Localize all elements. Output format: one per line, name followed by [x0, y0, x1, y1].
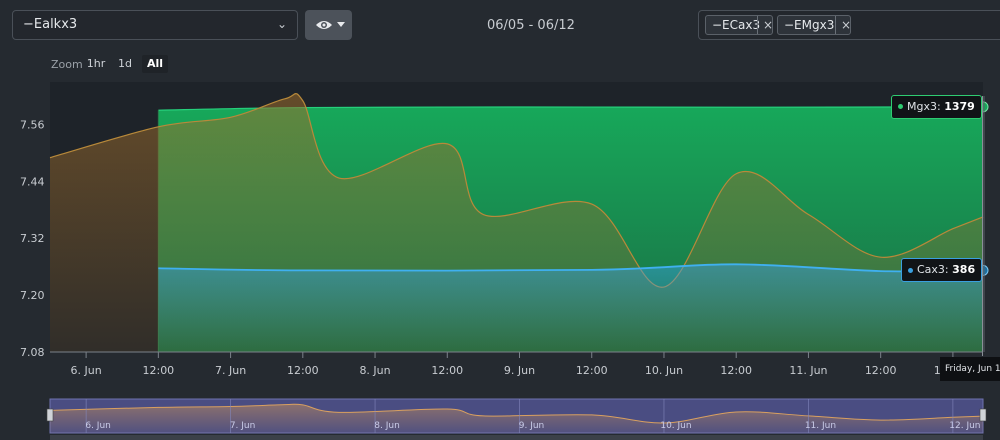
x-tick-label: 10. Jun — [645, 364, 683, 377]
y-tick-label: 7.32 — [20, 232, 45, 245]
navigator-tick-label: 9. Jun — [519, 421, 545, 431]
zoom-label: Zoom — [51, 58, 83, 71]
zoom-1d-button[interactable]: 1d — [113, 55, 137, 73]
series-layer — [49, 93, 989, 356]
x-tick-label: 12:00 — [431, 364, 463, 377]
chevron-down-icon: ⌄ — [276, 17, 287, 31]
x-tick-label: 9. Jun — [504, 364, 535, 377]
x-tick-label: 6. Jun — [71, 364, 102, 377]
x-tick-label: 12:00 — [865, 364, 897, 377]
navigator-tick-label: 12. Jun — [949, 421, 980, 431]
series-select-value: −Ealkx3 — [23, 17, 78, 32]
tag-cax3: −ECax3 × — [705, 15, 773, 35]
y-tick-label: 7.08 — [20, 346, 45, 359]
compare-series-input[interactable]: −ECax3 × −EMgx3 × — [698, 10, 1000, 40]
tag-label: −ECax3 — [712, 18, 761, 32]
navigator-tick-label: 8. Jun — [374, 421, 400, 431]
zoom-all-button[interactable]: All — [142, 55, 168, 73]
x-tick-label: 12:00 — [720, 364, 752, 377]
x-tick-label: 12:00 — [287, 364, 319, 377]
tag-mgx3: −EMgx3 × — [777, 15, 851, 35]
navigator-tick-label: 11. Jun — [805, 421, 836, 431]
navigator-handle-right[interactable] — [979, 408, 987, 422]
cax3-area — [158, 264, 983, 352]
y-tick-label: 7.20 — [20, 289, 45, 302]
tag-label: −EMgx3 — [784, 18, 835, 32]
y-tick-label: 7.44 — [20, 175, 45, 188]
eye-icon — [316, 21, 332, 29]
close-icon[interactable]: × — [763, 18, 773, 32]
tooltip-cax3: Cax3: 386 — [901, 258, 983, 283]
navigator-handle-left[interactable] — [46, 408, 54, 422]
navigator-tick-label: 10. Jun — [660, 421, 691, 431]
x-tick-label: 11. Jun — [789, 364, 827, 377]
x-tick-label: 12:00 — [576, 364, 608, 377]
date-range: 06/05 - 06/12 — [487, 18, 575, 33]
navigator-scrollbar — [50, 435, 983, 440]
navigator[interactable]: 6. Jun 7. Jun 8. Jun 9. Jun 10. Jun 11. Jun 12… — [46, 398, 987, 440]
navigator-tick-label: 6. Jun — [85, 421, 111, 431]
x-tick-label: 7. Jun — [215, 364, 246, 377]
visibility-dropdown-button[interactable] — [305, 10, 352, 40]
y-tick-label: 7.56 — [20, 118, 45, 131]
zoom-1hr-button[interactable]: 1hr — [84, 55, 108, 73]
x-tick-label: 12:00 — [142, 364, 174, 377]
close-icon[interactable]: × — [841, 18, 851, 32]
tooltip-mgx3: Mgx3: 1379 — [891, 94, 982, 119]
caret-down-icon — [337, 22, 345, 27]
x-tick-label: 8. Jun — [359, 364, 390, 377]
x-axis-tooltip: Friday, Jun 12, 0 — [940, 357, 1000, 381]
navigator-tick-label: 7. Jun — [230, 421, 256, 431]
series-select[interactable]: −Ealkx3 ⌄ — [12, 10, 298, 40]
